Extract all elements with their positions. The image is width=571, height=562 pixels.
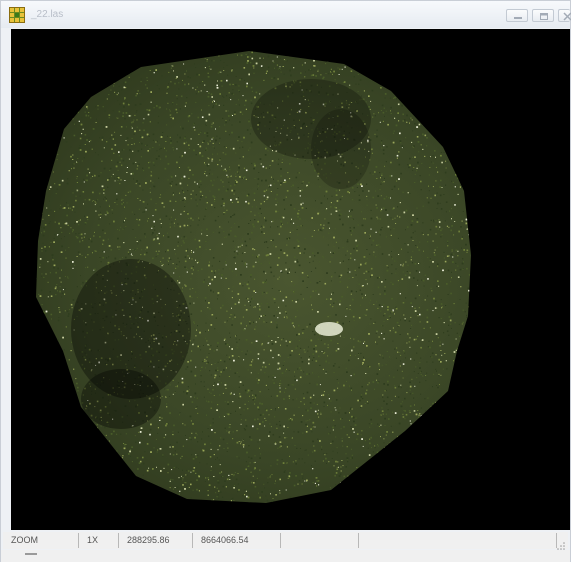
window-title: _22.las (31, 9, 64, 20)
close-icon (563, 12, 571, 21)
minimize-button[interactable] (506, 9, 528, 22)
point-cloud-canvas[interactable] (11, 29, 570, 530)
maximize-icon (540, 13, 548, 20)
horizontal-scrollbar[interactable] (1, 550, 570, 562)
minimize-icon (514, 17, 522, 19)
status-empty-cell (359, 533, 557, 548)
title-bar[interactable]: _22.las (1, 1, 571, 28)
status-empty-cell (281, 533, 359, 548)
resize-grip-icon[interactable] (556, 538, 566, 550)
point-cloud-viewport[interactable] (11, 29, 570, 530)
status-x-coordinate: 288295.86 (119, 533, 193, 548)
grid-app-icon[interactable] (9, 7, 25, 23)
status-mode: ZOOM (3, 533, 79, 548)
close-button[interactable] (558, 9, 571, 22)
status-y-coordinate: 8664066.54 (193, 533, 281, 548)
maximize-button[interactable] (532, 9, 554, 22)
las-viewer-window: _22.las ZOOM 1X 288295.86 8664066.54 (0, 0, 571, 562)
scrollbar-thumb[interactable] (25, 553, 37, 555)
status-zoom-level: 1X (79, 533, 119, 548)
status-bar: ZOOM 1X 288295.86 8664066.54 (3, 532, 568, 550)
point-cloud-region (36, 51, 471, 503)
